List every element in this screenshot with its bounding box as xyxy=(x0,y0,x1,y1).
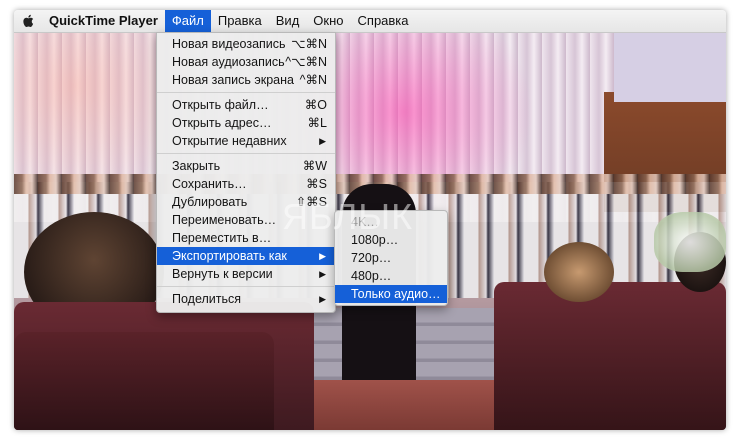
menu-item-revert-to[interactable]: Вернуть к версии ▶ xyxy=(157,265,335,283)
menu-edit[interactable]: Правка xyxy=(211,10,269,32)
menu-item-share[interactable]: Поделиться ▶ xyxy=(157,290,335,308)
submenu-arrow-icon: ▶ xyxy=(319,136,326,146)
watermark-logo: ЯБЛЫК xyxy=(282,196,414,237)
seats-right xyxy=(494,282,726,430)
menu-separator xyxy=(157,153,335,154)
menu-help[interactable]: Справка xyxy=(351,10,416,32)
export-720p[interactable]: 720p… xyxy=(335,249,447,267)
menu-item-open-file[interactable]: Открыть файл… ⌘O xyxy=(157,96,335,114)
submenu-arrow-icon: ▶ xyxy=(319,294,326,304)
menu-item-save[interactable]: Сохранить… ⌘S xyxy=(157,175,335,193)
submenu-arrow-icon: ▶ xyxy=(319,269,326,279)
menu-item-new-video[interactable]: Новая видеозапись ⌥⌘N xyxy=(157,35,335,53)
menu-item-new-screen-recording[interactable]: Новая запись экрана ^⌘N xyxy=(157,71,335,89)
seat-back-left xyxy=(14,332,274,430)
menu-item-export-as[interactable]: Экспортировать как ▶ xyxy=(157,247,335,265)
carpet xyxy=(284,380,514,430)
apple-menu-icon[interactable] xyxy=(14,10,42,32)
menu-bar: QuickTime Player Файл Правка Вид Окно Сп… xyxy=(14,10,726,33)
menu-item-open-recent[interactable]: Открытие недавних ▶ xyxy=(157,132,335,150)
menu-app-name[interactable]: QuickTime Player xyxy=(42,10,165,32)
menu-window[interactable]: Окно xyxy=(306,10,350,32)
menu-item-close[interactable]: Закрыть ⌘W xyxy=(157,157,335,175)
flowers xyxy=(654,212,726,272)
submenu-arrow-icon: ▶ xyxy=(319,251,326,261)
menu-separator xyxy=(157,286,335,287)
menu-separator xyxy=(157,92,335,93)
export-audio-only[interactable]: Только аудио… xyxy=(335,285,447,303)
file-menu: Новая видеозапись ⌥⌘N Новая аудиозапись ^⌥… xyxy=(156,32,336,313)
menu-view[interactable]: Вид xyxy=(269,10,307,32)
menu-file[interactable]: Файл xyxy=(164,10,211,32)
menu-item-open-location[interactable]: Открыть адрес… ⌘L xyxy=(157,114,335,132)
audience-head-right xyxy=(544,242,614,302)
menu-item-new-audio[interactable]: Новая аудиозапись ^⌥⌘N xyxy=(157,53,335,71)
export-480p[interactable]: 480p… xyxy=(335,267,447,285)
right-wall xyxy=(614,32,726,102)
